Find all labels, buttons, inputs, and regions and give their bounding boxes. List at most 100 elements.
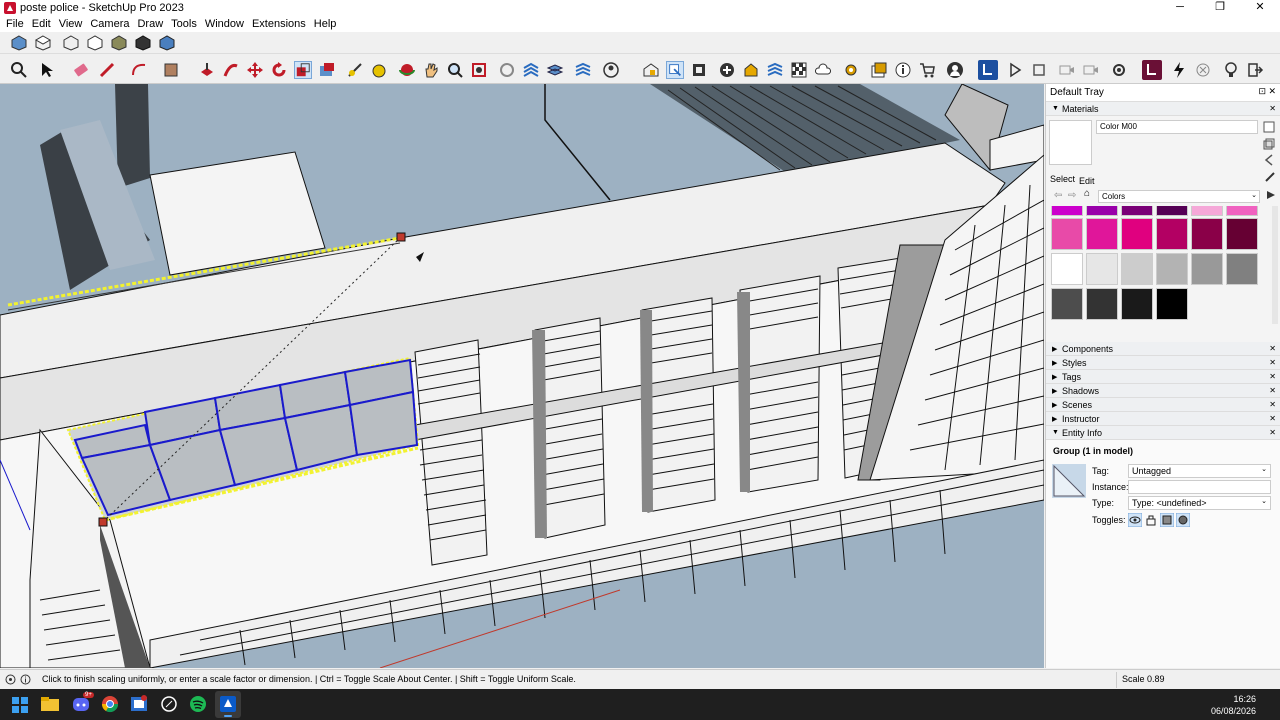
layout-maroon-icon[interactable] xyxy=(1142,60,1162,80)
panel-components[interactable]: ▶ Components ✕ xyxy=(1046,342,1280,356)
user-account-icon[interactable] xyxy=(602,61,620,79)
eraser-icon[interactable] xyxy=(72,61,90,79)
panel-close-icon[interactable]: ✕ xyxy=(1269,400,1276,409)
menu-edit[interactable]: Edit xyxy=(28,18,55,30)
color-swatch[interactable] xyxy=(1226,253,1258,285)
panel-materials[interactable]: ▼ Materials ✕ xyxy=(1046,102,1280,116)
material-3d-icon[interactable] xyxy=(1262,137,1276,151)
cloud-icon[interactable] xyxy=(814,61,832,79)
color-swatch[interactable] xyxy=(1226,218,1258,250)
zoom-tool-icon[interactable] xyxy=(446,61,464,79)
color-swatch[interactable] xyxy=(1156,253,1188,285)
menu-view[interactable]: View xyxy=(55,18,87,30)
color-swatch[interactable] xyxy=(1086,218,1118,250)
model-canvas[interactable] xyxy=(0,84,1044,668)
color-swatch[interactable] xyxy=(1156,218,1188,250)
menu-help[interactable]: Help xyxy=(310,18,341,30)
camera-record-icon[interactable] xyxy=(1058,61,1076,79)
info-circle-icon[interactable] xyxy=(20,674,31,685)
menu-file[interactable]: File xyxy=(2,18,28,30)
orbit-icon[interactable] xyxy=(398,61,416,79)
eyedropper-icon[interactable] xyxy=(1264,171,1276,183)
menu-window[interactable]: Window xyxy=(201,18,248,30)
color-swatch[interactable] xyxy=(1051,288,1083,320)
checker-icon[interactable] xyxy=(790,61,808,79)
panel-tags[interactable]: ▶ Tags ✕ xyxy=(1046,370,1280,384)
panel-close-icon[interactable]: ✕ xyxy=(1269,358,1276,367)
rectangle-icon[interactable] xyxy=(162,61,180,79)
spotify-icon[interactable] xyxy=(189,695,207,713)
color-swatch[interactable] xyxy=(1121,288,1153,320)
info-icon[interactable] xyxy=(894,61,912,79)
file-explorer-icon[interactable] xyxy=(41,696,59,712)
color-swatch[interactable] xyxy=(1156,288,1188,320)
section-plane-icon[interactable] xyxy=(498,61,516,79)
color-swatch[interactable] xyxy=(1086,253,1118,285)
phone-link-icon[interactable] xyxy=(160,695,178,713)
cancel-circle-icon[interactable] xyxy=(1194,61,1212,79)
panel-styles[interactable]: ▶ Styles ✕ xyxy=(1046,356,1280,370)
home-icon[interactable]: ⌂ xyxy=(1084,188,1090,199)
settings-gear-icon[interactable] xyxy=(1110,61,1128,79)
maximize-button[interactable]: ❐ xyxy=(1200,0,1240,16)
instance-input[interactable] xyxy=(1128,480,1271,494)
material-name-field[interactable]: Color M00 xyxy=(1096,120,1258,134)
zoom-extents-icon[interactable] xyxy=(470,61,488,79)
color-swatch[interactable] xyxy=(1051,253,1083,285)
pencil-line-icon[interactable] xyxy=(98,61,116,79)
lock-icon[interactable] xyxy=(1144,513,1158,527)
arc-icon[interactable] xyxy=(130,61,148,79)
right-view-icon[interactable] xyxy=(86,34,104,52)
window-layout-icon[interactable] xyxy=(870,61,888,79)
swatch-scrollbar[interactable] xyxy=(1272,206,1278,324)
panel-shadows[interactable]: ▶ Shadows ✕ xyxy=(1046,384,1280,398)
model-viewport[interactable] xyxy=(0,84,1044,668)
geo-location-icon[interactable] xyxy=(5,674,16,685)
import-icon[interactable] xyxy=(666,61,684,79)
forward-arrow-icon[interactable]: ⇨ xyxy=(1068,190,1076,201)
layers-icon[interactable] xyxy=(546,61,564,79)
color-swatch[interactable] xyxy=(1191,206,1223,216)
color-swatch[interactable] xyxy=(1086,288,1118,320)
tray-close-icon[interactable]: ✕ xyxy=(1268,86,1276,97)
follow-me-icon[interactable] xyxy=(222,61,240,79)
color-swatch[interactable] xyxy=(1051,218,1083,250)
create-material-icon[interactable] xyxy=(1262,120,1276,134)
panel-close-icon[interactable]: ✕ xyxy=(1269,428,1276,437)
scale-icon[interactable] xyxy=(294,61,312,79)
panel-scenes[interactable]: ▶ Scenes ✕ xyxy=(1046,398,1280,412)
gear-plugin-icon[interactable] xyxy=(842,61,860,79)
color-swatch[interactable] xyxy=(1086,206,1118,216)
color-swatch[interactable] xyxy=(1191,253,1223,285)
paint-bucket-icon[interactable] xyxy=(370,61,388,79)
color-swatch[interactable] xyxy=(1191,218,1223,250)
color-swatch[interactable] xyxy=(1121,218,1153,250)
panel-entity-info[interactable]: ▼ Entity Info ✕ xyxy=(1046,426,1280,440)
tray-pin-icon[interactable]: ⊡ xyxy=(1258,86,1266,97)
tag-dropdown[interactable]: Untagged ⌄ xyxy=(1128,464,1271,478)
zoom-icon[interactable] xyxy=(10,61,28,79)
windows-start-icon[interactable] xyxy=(12,697,28,713)
color-swatch[interactable] xyxy=(1121,253,1153,285)
color-swatch[interactable] xyxy=(1156,206,1188,216)
stamp-icon[interactable] xyxy=(574,61,592,79)
minimize-button[interactable]: ─ xyxy=(1160,0,1200,16)
extension-manager-icon[interactable] xyxy=(766,61,784,79)
warehouse-icon[interactable] xyxy=(642,61,660,79)
tape-measure-icon[interactable] xyxy=(346,61,364,79)
play-icon[interactable] xyxy=(1006,61,1024,79)
move-icon[interactable] xyxy=(246,61,264,79)
type-dropdown[interactable]: Type: <undefined> ⌄ xyxy=(1128,496,1271,510)
offset-icon[interactable] xyxy=(318,61,336,79)
panel-close-icon[interactable]: ✕ xyxy=(1269,414,1276,423)
layout-blue-icon[interactable] xyxy=(978,60,998,80)
panel-close-icon[interactable]: ✕ xyxy=(1269,372,1276,381)
receive-shadows-icon[interactable] xyxy=(1160,513,1174,527)
scale-grip-top[interactable] xyxy=(396,232,406,242)
tab-select[interactable]: Select xyxy=(1050,174,1075,184)
lightning-icon[interactable] xyxy=(1170,61,1188,79)
top-view-icon[interactable] xyxy=(34,34,52,52)
push-pull-icon[interactable] xyxy=(198,61,216,79)
pan-hand-icon[interactable] xyxy=(422,61,440,79)
rotate-icon[interactable] xyxy=(270,61,288,79)
